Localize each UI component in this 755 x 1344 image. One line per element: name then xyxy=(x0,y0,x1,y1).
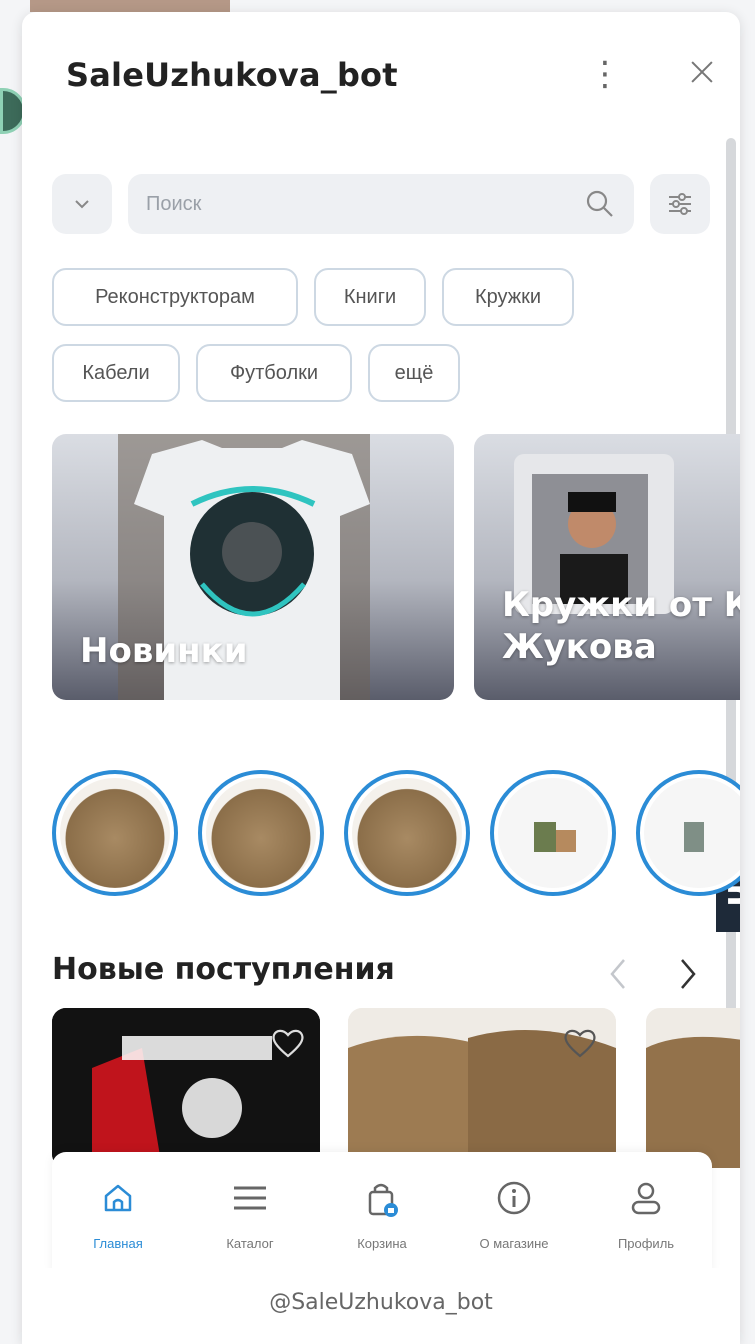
banner-title: Кружки от Кл Жукова xyxy=(502,585,740,667)
tab-profile[interactable]: Профиль xyxy=(580,1152,712,1276)
tab-cart[interactable]: Корзина xyxy=(316,1152,448,1276)
more-options-icon[interactable]: ⋮ xyxy=(588,56,622,92)
tab-about[interactable]: О магазине xyxy=(448,1152,580,1276)
chevron-right-icon[interactable] xyxy=(670,952,706,996)
category-dropdown-button[interactable] xyxy=(52,174,112,234)
chip-more[interactable]: ещё xyxy=(368,344,460,402)
tab-label: Корзина xyxy=(357,1236,407,1251)
bottom-tab-bar: Главная Каталог Корзина О магазине Профи… xyxy=(52,1152,712,1276)
chip-books[interactable]: Книги xyxy=(314,268,426,326)
story-circle[interactable] xyxy=(52,770,178,896)
close-icon[interactable] xyxy=(686,56,718,88)
home-icon xyxy=(104,1184,132,1212)
story-image xyxy=(206,778,316,888)
profile-icon xyxy=(631,1182,661,1215)
chip-cables[interactable]: Кабели xyxy=(52,344,180,402)
banner-new-arrivals[interactable]: Новинки xyxy=(52,434,454,700)
banner-title: Новинки xyxy=(80,631,248,671)
search-bar xyxy=(128,174,634,234)
story-image xyxy=(498,778,608,888)
chip-reconstructors[interactable]: Реконструкторам xyxy=(52,268,298,326)
story-circle[interactable] xyxy=(490,770,616,896)
product-card[interactable] xyxy=(348,1008,616,1168)
filter-sliders-icon xyxy=(669,193,691,215)
heart-icon[interactable] xyxy=(562,1026,598,1060)
product-card[interactable] xyxy=(52,1008,320,1168)
tab-label: Профиль xyxy=(617,1236,675,1251)
heart-icon[interactable] xyxy=(270,1026,306,1060)
story-circle[interactable] xyxy=(198,770,324,896)
search-input[interactable] xyxy=(146,186,566,222)
cart-bag-icon xyxy=(368,1183,398,1217)
chip-tshirts[interactable]: Футболки xyxy=(196,344,352,402)
main-content: Реконструкторам Книги Кружки Кабели Футб… xyxy=(22,132,740,1344)
chevron-left-icon[interactable] xyxy=(600,952,636,996)
window-title: SaleUzhukova_bot xyxy=(66,56,398,94)
story-circle[interactable] xyxy=(344,770,470,896)
title-bar: SaleUzhukova_bot ⋮ xyxy=(22,12,740,132)
chevron-down-icon xyxy=(75,200,89,209)
tab-catalog[interactable]: Каталог xyxy=(184,1152,316,1276)
story-image xyxy=(644,778,740,888)
mini-app-popup: SaleUzhukova_bot ⋮ Реконструкторам Книги… xyxy=(22,12,740,1344)
section-title-new-arrivals: Новые поступления xyxy=(52,952,395,987)
tab-label: О магазине xyxy=(479,1236,549,1251)
info-icon xyxy=(497,1181,531,1215)
tab-label: Каталог xyxy=(226,1236,274,1251)
search-icon[interactable] xyxy=(584,188,616,220)
background-image-strip xyxy=(30,0,230,12)
product-card[interactable] xyxy=(646,1008,740,1168)
tab-home[interactable]: Главная xyxy=(52,1152,184,1276)
story-image xyxy=(60,778,170,888)
banner-mugs-zhukov[interactable]: Кружки от Кл Жукова xyxy=(474,434,740,700)
story-circle[interactable] xyxy=(636,770,740,896)
chip-mugs[interactable]: Кружки xyxy=(442,268,574,326)
story-image xyxy=(352,778,462,888)
product-image xyxy=(646,1036,740,1168)
filter-button[interactable] xyxy=(650,174,710,234)
tab-label: Главная xyxy=(93,1236,143,1251)
bot-handle-footer: @SaleUzhukova_bot xyxy=(22,1268,740,1344)
menu-icon xyxy=(234,1186,266,1210)
